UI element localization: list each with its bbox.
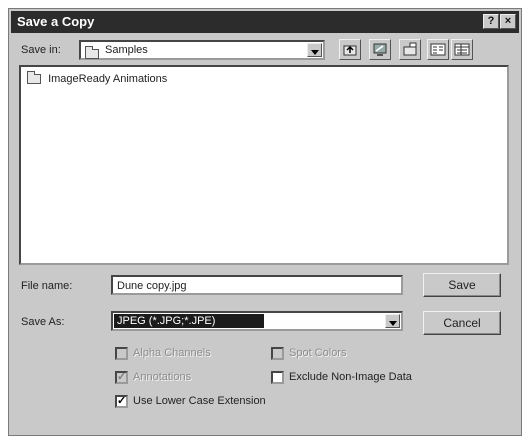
checkmark-icon: ✓ (117, 371, 127, 383)
create-new-folder-button[interactable] (399, 39, 421, 60)
spot-colors-checkbox[interactable] (271, 347, 284, 360)
up-one-level-icon (343, 45, 357, 56)
chevron-down-icon[interactable] (307, 43, 322, 57)
file-name-label: File name: (21, 280, 73, 292)
save-a-copy-dialog: Save a Copy ? × Save in: Samples ImageRe… (8, 8, 522, 436)
cancel-button[interactable]: Cancel (423, 311, 501, 335)
save-as-value: JPEG (*.JPG;*.JPE) (117, 315, 216, 327)
save-in-combo[interactable]: Samples (79, 40, 325, 60)
chevron-down-icon[interactable] (385, 314, 400, 328)
help-button[interactable]: ? (483, 14, 499, 29)
folder-icon (27, 71, 41, 85)
exclude-non-image-data-checkbox[interactable] (271, 371, 284, 384)
title-bar: Save a Copy ? × (11, 11, 519, 33)
dialog-title: Save a Copy (17, 14, 95, 29)
file-name-input[interactable]: Dune copy.jpg (111, 275, 403, 295)
exclude-non-image-data-label: Exclude Non-Image Data (289, 371, 412, 383)
list-view-button[interactable] (427, 39, 449, 60)
desktop-button[interactable] (369, 39, 391, 60)
create-new-folder-icon (403, 42, 417, 56)
save-as-label: Save As: (21, 316, 65, 328)
close-button[interactable]: × (500, 14, 516, 29)
checkmark-icon: ✓ (117, 395, 127, 407)
file-list[interactable]: ImageReady Animations (19, 65, 509, 265)
save-in-value: Samples (105, 44, 148, 56)
annotations-checkbox[interactable]: ✓ (115, 371, 128, 384)
details-view-button[interactable] (451, 39, 473, 60)
spot-colors-label: Spot Colors (289, 347, 347, 359)
up-one-level-button[interactable] (339, 39, 361, 60)
annotations-label: Annotations (133, 371, 192, 383)
save-button[interactable]: Save (423, 273, 501, 297)
use-lower-case-extension-checkbox[interactable]: ✓ (115, 395, 128, 408)
use-lower-case-extension-label: Use Lower Case Extension (133, 395, 266, 407)
save-as-combo[interactable]: JPEG (*.JPG;*.JPE) (111, 311, 403, 331)
details-view-icon (454, 43, 470, 56)
folder-icon (85, 45, 99, 63)
list-view-icon (430, 43, 446, 56)
desktop-icon (373, 43, 387, 56)
alpha-channels-label: Alpha Channels (133, 347, 211, 359)
alpha-channels-checkbox[interactable] (115, 347, 128, 360)
save-in-label: Save in: (21, 44, 61, 56)
list-item[interactable]: ImageReady Animations (27, 71, 167, 85)
